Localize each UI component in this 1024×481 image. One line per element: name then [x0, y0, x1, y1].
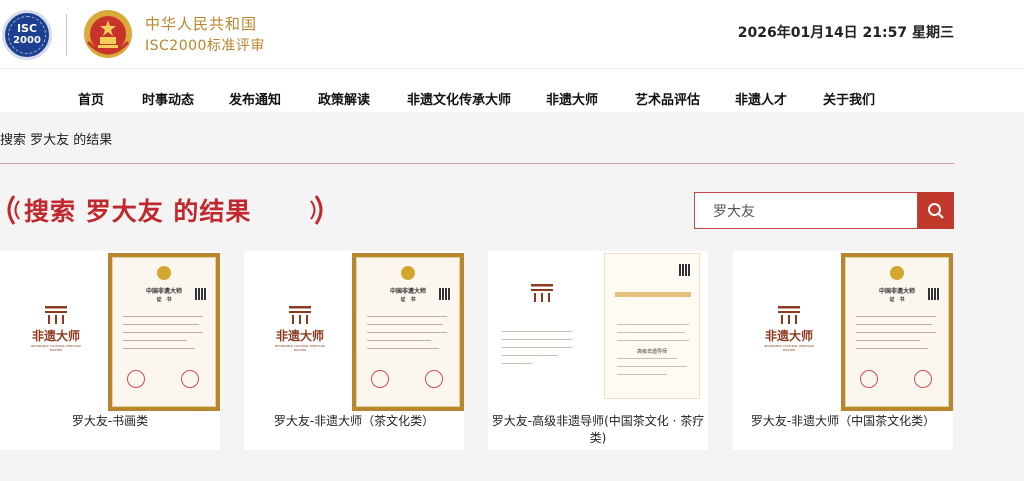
right-ornament-icon: [310, 195, 323, 225]
red-stamp-icon: [127, 370, 145, 388]
brand-english: INTANGIBLE CULTURAL HERITAGE MASTER: [31, 344, 81, 352]
brand-english: INTANGIBLE CULTURAL HERITAGE MASTER: [764, 344, 814, 352]
section-divider: [0, 163, 954, 164]
brand-name: 非遗大师: [764, 329, 813, 343]
result-card[interactable]: 高级非遗导师 罗大友-高级非遗导师(中国茶文化 · 茶疗类): [488, 251, 708, 450]
nav-art-appraisal[interactable]: 艺术品评估: [635, 89, 700, 108]
certificate-image[interactable]: 非遗大师 INTANGIBLE CULTURAL HERITAGE MASTER…: [244, 251, 464, 411]
search-input[interactable]: [695, 193, 917, 228]
brand-logo: 非遗大师 INTANGIBLE CULTURAL HERITAGE MASTER: [759, 305, 819, 352]
main-nav: 首页 时事动态 发布通知 政策解读 非遗文化传承大师 非遗大师 艺术品评估 非遗…: [0, 68, 1024, 112]
certificate-gold: 中国非遗大师 证 书: [841, 253, 953, 411]
brand-english: INTANGIBLE CULTURAL HERITAGE MASTER: [275, 344, 325, 352]
brand-logo: [512, 283, 572, 303]
search-button[interactable]: [918, 192, 954, 229]
emblem-icon: [401, 266, 415, 280]
result-title[interactable]: 罗大友-非遗大师（中国茶文化类）: [733, 413, 953, 430]
logo-text-top: ISC: [16, 22, 38, 35]
red-stamp-icon: [914, 370, 932, 388]
certificate-title: 中国非遗大师: [878, 288, 915, 295]
certificate-gold: 中国非遗大师 证 书: [352, 253, 464, 411]
brand-logo: 非遗大师 INTANGIBLE CULTURAL HERITAGE MASTER: [270, 305, 330, 352]
red-stamp-icon: [425, 370, 443, 388]
certificate-subtitle: 证 书: [156, 297, 172, 303]
page-title: 搜索 罗大友 的结果: [24, 197, 252, 226]
current-datetime: 2026年01月14日 21:57 星期三: [737, 25, 954, 41]
breadcrumb: 搜索 罗大友 的结果: [0, 133, 113, 148]
nav-heritage-masters[interactable]: 非遗大师: [546, 89, 598, 108]
national-emblem-icon: [84, 10, 132, 58]
header-divider: [66, 14, 67, 56]
result-card[interactable]: 非遗大师 INTANGIBLE CULTURAL HERITAGE MASTER…: [733, 251, 953, 450]
logo-text-bottom: 2000: [13, 35, 41, 46]
result-title[interactable]: 罗大友-书画类: [0, 413, 220, 430]
certificate-gold: 中国非遗大师 证 书: [108, 253, 220, 411]
certificate-image[interactable]: 高级非遗导师: [488, 251, 708, 411]
certificate-image[interactable]: 非遗大师 INTANGIBLE CULTURAL HERITAGE MASTER…: [733, 251, 953, 411]
nav-about[interactable]: 关于我们: [823, 89, 875, 108]
brand-mark-icon: [531, 284, 553, 302]
brand-mark-icon: [45, 306, 67, 324]
brand-logo: 非遗大师 INTANGIBLE CULTURAL HERITAGE MASTER: [26, 305, 86, 352]
qr-code-icon: [679, 264, 691, 276]
certificate-title: 中国非遗大师: [389, 288, 426, 295]
result-title[interactable]: 罗大友-高级非遗导师(中国茶文化 · 茶疗类): [488, 413, 708, 447]
certificate-subtitle: 证 书: [889, 297, 905, 303]
brand-mark-icon: [289, 306, 311, 324]
org-subtitle: ISC2000标准评审: [145, 38, 265, 54]
certificate-image[interactable]: 非遗大师 INTANGIBLE CULTURAL HERITAGE MASTER…: [0, 251, 220, 411]
nav-home[interactable]: 首页: [78, 89, 104, 108]
isc-logo[interactable]: ISC 2000: [2, 10, 52, 60]
nav-heritage-talent[interactable]: 非遗人才: [735, 89, 787, 108]
brand-name: 非遗大师: [275, 329, 324, 343]
certificate-band: [615, 292, 691, 297]
brand-mark-icon: [778, 306, 800, 324]
brand-name: 非遗大师: [31, 329, 80, 343]
nav-notices[interactable]: 发布通知: [229, 89, 281, 108]
emblem-icon: [890, 266, 904, 280]
nav-heritage-culture-masters[interactable]: 非遗文化传承大师: [407, 89, 511, 108]
red-stamp-icon: [371, 370, 389, 388]
certificate-subtitle: 证 书: [400, 297, 416, 303]
left-ornament-icon: [7, 195, 20, 225]
org-name: 中华人民共和国: [145, 15, 258, 33]
certificate-white: 高级非遗导师: [604, 253, 700, 399]
emblem-icon: [157, 266, 171, 280]
search-icon: [928, 202, 944, 219]
certificate-title: 中国非遗大师: [145, 288, 182, 295]
result-card[interactable]: 非遗大师 INTANGIBLE CULTURAL HERITAGE MASTER…: [244, 251, 464, 450]
search-box: [694, 192, 918, 229]
certificate-white-title: 高级非遗导师: [636, 349, 667, 355]
result-card[interactable]: 非遗大师 INTANGIBLE CULTURAL HERITAGE MASTER…: [0, 251, 220, 450]
nav-policy[interactable]: 政策解读: [318, 89, 370, 108]
site-header: ISC 2000 中华人民共和国 ISC2000标准评审 2026年01月14日…: [0, 0, 1024, 68]
result-title[interactable]: 罗大友-非遗大师（茶文化类）: [244, 413, 464, 430]
nav-news[interactable]: 时事动态: [142, 89, 194, 108]
red-stamp-icon: [860, 370, 878, 388]
red-stamp-icon: [181, 370, 199, 388]
